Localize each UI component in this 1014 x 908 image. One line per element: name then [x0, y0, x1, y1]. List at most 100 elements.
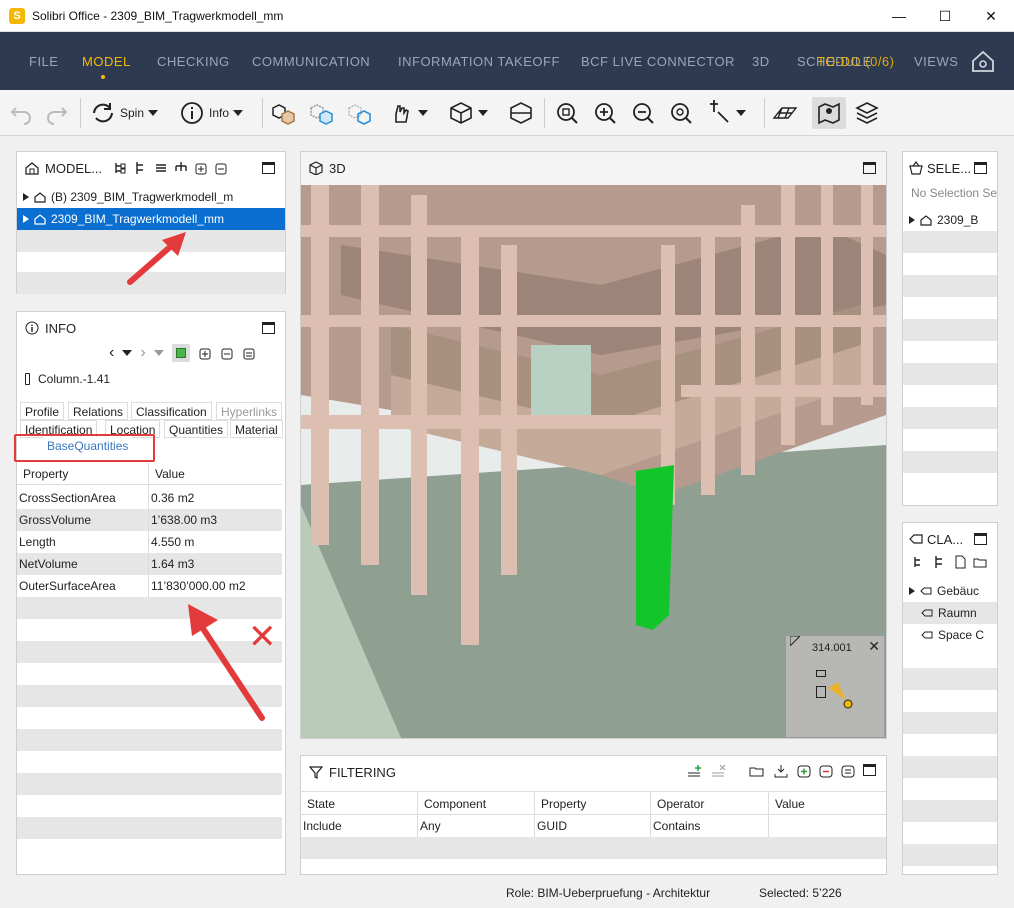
- floor-plan-button[interactable]: [772, 97, 798, 129]
- tree-view-icon[interactable]: [134, 161, 148, 175]
- maximize-panel-icon[interactable]: [262, 162, 275, 174]
- hide-selected-button[interactable]: [308, 97, 334, 129]
- menu-views[interactable]: VIEWS: [914, 54, 958, 69]
- add-circle-icon[interactable]: [797, 764, 811, 778]
- back-icon[interactable]: ‹: [109, 344, 114, 362]
- filter-property[interactable]: GUID: [537, 819, 567, 833]
- maximize-panel-icon[interactable]: [262, 322, 275, 334]
- tab-material[interactable]: Material: [230, 420, 283, 438]
- map-button[interactable]: [812, 97, 846, 129]
- chevron-down-icon[interactable]: [122, 350, 133, 356]
- collapse-all-icon[interactable]: [220, 346, 234, 360]
- table-row[interactable]: CrossSectionArea 0.36 m2: [17, 487, 282, 509]
- add-filter-icon[interactable]: [687, 764, 703, 778]
- show-selected-button[interactable]: [270, 97, 296, 129]
- column-header-property[interactable]: Property: [541, 797, 586, 811]
- camera-position-icon[interactable]: [826, 680, 856, 710]
- color-box-icon[interactable]: [171, 344, 190, 362]
- stack-icon[interactable]: [154, 161, 168, 175]
- layers-button[interactable]: [854, 97, 880, 129]
- classification-item[interactable]: Gebäuc: [903, 580, 997, 602]
- close-button[interactable]: ✕: [968, 0, 1014, 32]
- column-header-property[interactable]: Property: [23, 463, 68, 485]
- menu-3d[interactable]: 3D: [752, 54, 770, 69]
- isolate-button[interactable]: [346, 97, 372, 129]
- filter-state[interactable]: Include: [303, 819, 342, 833]
- undo-button[interactable]: [8, 97, 34, 129]
- menu-checking[interactable]: CHECKING: [157, 54, 230, 69]
- new-file-icon[interactable]: [953, 555, 967, 569]
- visibility-tools-button[interactable]: [388, 97, 428, 129]
- expand-arrow-icon[interactable]: [23, 215, 29, 223]
- expand-arrow-icon[interactable]: [909, 216, 915, 224]
- minimap[interactable]: 314.001 ✕: [785, 635, 885, 738]
- hierarchy-icon[interactable]: [913, 555, 927, 569]
- table-row[interactable]: GrossVolume 1’638.00 m3: [17, 509, 282, 531]
- zoom-out-button[interactable]: [630, 97, 656, 129]
- menu-file[interactable]: FILE: [29, 54, 58, 69]
- filter-operator[interactable]: Contains: [653, 819, 700, 833]
- selection-item[interactable]: 2309_B: [903, 209, 997, 231]
- column-header-component[interactable]: Component: [424, 797, 486, 811]
- filtering-title: FILTERING: [329, 764, 396, 780]
- menu-todo[interactable]: TO-DO (0/6): [817, 54, 895, 69]
- redo-button[interactable]: [44, 97, 70, 129]
- tree-view-icon[interactable]: [933, 555, 947, 569]
- column-header-value[interactable]: Value: [155, 463, 185, 485]
- table-row[interactable]: NetVolume 1.64 m3: [17, 553, 282, 575]
- maximize-panel-icon[interactable]: [974, 533, 987, 545]
- remove-filter-icon[interactable]: [711, 764, 727, 778]
- classification-item[interactable]: Space C: [903, 624, 997, 646]
- maximize-button[interactable]: ☐: [922, 0, 968, 32]
- zoom-in-button[interactable]: [592, 97, 618, 129]
- section-box-button[interactable]: [508, 97, 534, 129]
- download-icon[interactable]: [773, 764, 789, 778]
- menu-communication[interactable]: COMMUNICATION: [252, 54, 370, 69]
- tab-quantities[interactable]: Quantities: [164, 420, 229, 438]
- expand-arrow-icon[interactable]: [909, 587, 915, 595]
- chevron-down-icon[interactable]: [153, 350, 164, 356]
- open-folder-icon[interactable]: [749, 764, 765, 778]
- table-row[interactable]: Length 4.550 m: [17, 531, 282, 553]
- zoom-selection-button[interactable]: [668, 97, 694, 129]
- house-settings-icon[interactable]: [970, 48, 996, 74]
- minimize-button[interactable]: —: [876, 0, 922, 32]
- table-row[interactable]: OuterSurfaceArea 11’830’000.00 m2: [17, 575, 282, 597]
- column-header-value[interactable]: Value: [775, 797, 805, 811]
- column-header-state[interactable]: State: [307, 797, 335, 811]
- view-cube-button[interactable]: [448, 97, 488, 129]
- pick-tool-button[interactable]: [706, 97, 746, 129]
- tree-item[interactable]: (B) 2309_BIM_Tragwerkmodell_m: [17, 186, 285, 208]
- menu-information-takeoff[interactable]: INFORMATION TAKEOFF: [398, 54, 560, 69]
- zoom-fit-button[interactable]: [554, 97, 580, 129]
- maximize-panel-icon[interactable]: [974, 162, 987, 174]
- forward-icon[interactable]: ›: [140, 344, 145, 362]
- maximize-panel-icon[interactable]: [863, 764, 876, 776]
- remove-circle-icon[interactable]: [819, 764, 833, 778]
- tab-relations[interactable]: Relations: [68, 402, 129, 420]
- tab-classification[interactable]: Classification: [131, 402, 212, 420]
- tree-item-selected[interactable]: 2309_BIM_Tragwerkmodell_mm: [17, 208, 285, 230]
- expand-all-icon[interactable]: [194, 161, 208, 175]
- filter-component[interactable]: Any: [420, 819, 441, 833]
- column-header-operator[interactable]: Operator: [657, 797, 704, 811]
- menu-bcf-live-connector[interactable]: BCF LIVE CONNECTOR: [581, 54, 735, 69]
- folder-icon[interactable]: [973, 555, 987, 569]
- hierarchy-icon[interactable]: [114, 161, 128, 175]
- expand-arrow-icon[interactable]: [23, 193, 29, 201]
- tab-profile[interactable]: Profile: [20, 402, 65, 420]
- classification-item[interactable]: Raumn: [903, 602, 997, 624]
- tab-hyperlinks[interactable]: Hyperlinks: [216, 402, 283, 420]
- menu-model[interactable]: MODEL: [82, 54, 131, 69]
- maximize-panel-icon[interactable]: [863, 162, 876, 174]
- collapse-all-icon[interactable]: [214, 161, 228, 175]
- info-button[interactable]: Info: [179, 97, 244, 129]
- minimap-close-icon[interactable]: ✕: [868, 638, 880, 655]
- branch-icon[interactable]: [174, 161, 188, 175]
- expand-all-icon[interactable]: [198, 346, 212, 360]
- filter-row[interactable]: Include Any GUID Contains: [301, 815, 886, 837]
- list-icon[interactable]: [841, 764, 855, 778]
- toolbar-separator: [544, 98, 545, 128]
- spin-button[interactable]: Spin: [90, 97, 159, 129]
- list-icon[interactable]: [242, 346, 256, 360]
